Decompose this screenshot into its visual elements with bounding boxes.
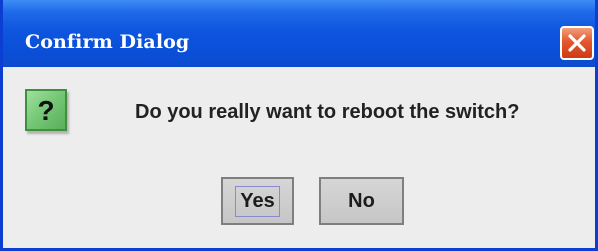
close-icon [568,34,586,52]
confirm-message: Do you really want to reboot the switch? [135,101,520,123]
close-button[interactable] [560,26,594,60]
yes-button[interactable]: Yes [221,177,294,225]
no-button-label: No [348,189,375,212]
svg-text:?: ? [37,95,54,126]
dialog-body: ? Do you really want to reboot the switc… [3,67,595,248]
title-bar[interactable]: Confirm Dialog [3,0,595,67]
dialog-title: Confirm Dialog [25,31,190,53]
confirm-dialog: Confirm Dialog ? Do you really want to r… [0,0,598,251]
no-button[interactable]: No [319,177,404,225]
question-icon: ? [25,89,67,131]
yes-button-label: Yes [235,185,280,217]
